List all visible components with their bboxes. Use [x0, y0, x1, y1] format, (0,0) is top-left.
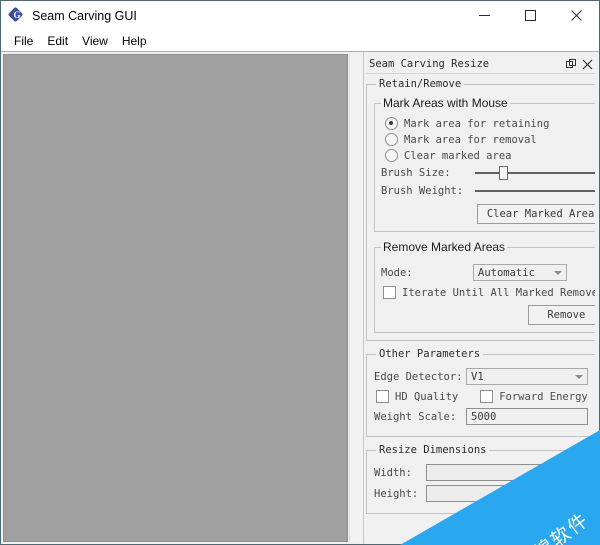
- brush-size-label: Brush Size:: [381, 167, 451, 179]
- group-other-parameters: Other Parameters Edge Detector: V1 HD Qu…: [366, 348, 595, 437]
- brush-size-handle[interactable]: [499, 166, 509, 180]
- width-label: Width:: [374, 466, 412, 479]
- brush-weight-row: Brush Weight:: [381, 184, 595, 198]
- group-mark-areas-with-mouse: Mark Areas with Mouse Mark area for reta…: [374, 96, 595, 232]
- menu-item-file[interactable]: File: [7, 32, 40, 50]
- app-icon-glyph: G: [13, 9, 21, 20]
- close-icon[interactable]: [579, 56, 595, 72]
- radio-icon-clear-marked: [385, 149, 398, 162]
- menu-bar: File Edit View Help: [1, 30, 599, 51]
- hd-quality-label: HD Quality: [395, 390, 459, 403]
- chevron-down-icon: [550, 270, 566, 275]
- menu-item-edit[interactable]: Edit: [40, 32, 75, 50]
- group-other-parameters-legend: Other Parameters: [379, 348, 481, 360]
- mode-label: Mode:: [381, 266, 413, 279]
- checkbox-icon-forward-energy[interactable]: [480, 390, 494, 403]
- checkbox-icon-hd-quality[interactable]: [376, 390, 389, 403]
- edge-detector-row: Edge Detector: V1: [374, 368, 588, 385]
- edge-detector-label: Edge Detector:: [374, 370, 463, 383]
- remove-button[interactable]: Remove: [528, 305, 595, 325]
- height-row: Height:: [374, 485, 587, 502]
- app-diamond-icon: G: [7, 6, 25, 24]
- float-window-icon[interactable]: [563, 56, 579, 72]
- group-remove-marked-areas: Remove Marked Areas Mode: Automatic Iter…: [374, 240, 595, 333]
- chevron-down-icon: [571, 374, 587, 379]
- minimize-button[interactable]: [461, 1, 507, 30]
- width-row: Width:: [374, 464, 587, 481]
- weight-scale-label: Weight Scale:: [374, 410, 457, 423]
- brush-size-track: [475, 172, 595, 174]
- mode-select-value: Automatic: [478, 266, 535, 279]
- radio-clear-marked-area[interactable]: Clear marked area: [385, 149, 595, 162]
- radio-icon-retaining: [385, 117, 398, 130]
- radio-mark-area-for-retaining[interactable]: Mark area for retaining: [385, 117, 595, 130]
- edge-detector-select[interactable]: V1: [466, 368, 588, 385]
- brush-size-slider[interactable]: [475, 166, 595, 180]
- radio-label-removal: Mark area for removal: [404, 133, 537, 146]
- menu-item-help[interactable]: Help: [115, 32, 154, 50]
- brush-size-row: Brush Size:: [381, 166, 595, 180]
- checkbox-icon-iterate: [383, 286, 396, 299]
- dock-title-bar: Seam Carving Resize: [366, 55, 595, 74]
- brush-weight-slider[interactable]: [475, 184, 595, 198]
- group-retain-remove: Retain/Remove Mark Areas with Mouse Mark…: [366, 78, 595, 341]
- quality-options-row: HD Quality Forward Energy: [376, 390, 588, 403]
- radio-label-retaining: Mark area for retaining: [404, 117, 550, 130]
- edge-detector-value: V1: [471, 370, 484, 383]
- height-input[interactable]: [426, 485, 587, 502]
- dock-panel-title: Seam Carving Resize: [369, 58, 490, 70]
- radio-label-clear-marked: Clear marked area: [404, 149, 512, 162]
- clear-marked-area-button[interactable]: Clear Marked Area: [476, 204, 595, 224]
- canvas-pane: [1, 52, 364, 544]
- weight-scale-input[interactable]: 5000: [466, 408, 588, 425]
- application-window: G Seam Carving GUI File Edit View Help S…: [0, 0, 600, 545]
- brush-weight-track: [475, 190, 595, 192]
- group-retain-remove-legend: Retain/Remove: [379, 78, 462, 90]
- weight-scale-row: Weight Scale: 5000: [374, 408, 588, 425]
- group-resize-dimensions-legend: Resize Dimensions: [379, 444, 487, 456]
- iterate-until-removed-label: Iterate Until All Marked Removed: [402, 286, 595, 299]
- radio-mark-area-for-removal[interactable]: Mark area for removal: [385, 133, 595, 146]
- work-area: Seam Carving Resize Retain/Remove Mark A…: [1, 51, 599, 544]
- menu-item-view[interactable]: View: [75, 32, 115, 50]
- mode-select[interactable]: Automatic: [473, 264, 567, 281]
- title-bar: G Seam Carving GUI: [1, 1, 599, 30]
- height-label: Height:: [374, 487, 419, 500]
- canvas-vertical-scrollbar[interactable]: [349, 54, 362, 542]
- group-mark-areas-legend: Mark Areas with Mouse: [383, 96, 508, 110]
- mode-row: Mode: Automatic: [381, 264, 595, 281]
- width-input[interactable]: [426, 464, 587, 481]
- window-title: Seam Carving GUI: [32, 8, 137, 23]
- panel-content: Retain/Remove Mark Areas with Mouse Mark…: [366, 74, 595, 544]
- close-button[interactable]: [553, 1, 599, 30]
- group-remove-marked-legend: Remove Marked Areas: [383, 240, 506, 254]
- iterate-until-removed-row[interactable]: Iterate Until All Marked Removed: [383, 286, 595, 299]
- radio-icon-removal: [385, 133, 398, 146]
- maximize-button[interactable]: [507, 1, 553, 30]
- remove-button-row: Remove: [381, 305, 595, 325]
- brush-weight-label: Brush Weight:: [381, 185, 464, 197]
- image-canvas[interactable]: [3, 54, 348, 542]
- seam-carving-resize-panel: Seam Carving Resize Retain/Remove Mark A…: [364, 52, 599, 544]
- group-resize-dimensions: Resize Dimensions Width: Height:: [366, 444, 595, 514]
- clear-marked-area-row: Clear Marked Area: [381, 204, 595, 224]
- forward-energy-label: Forward Energy: [499, 390, 588, 403]
